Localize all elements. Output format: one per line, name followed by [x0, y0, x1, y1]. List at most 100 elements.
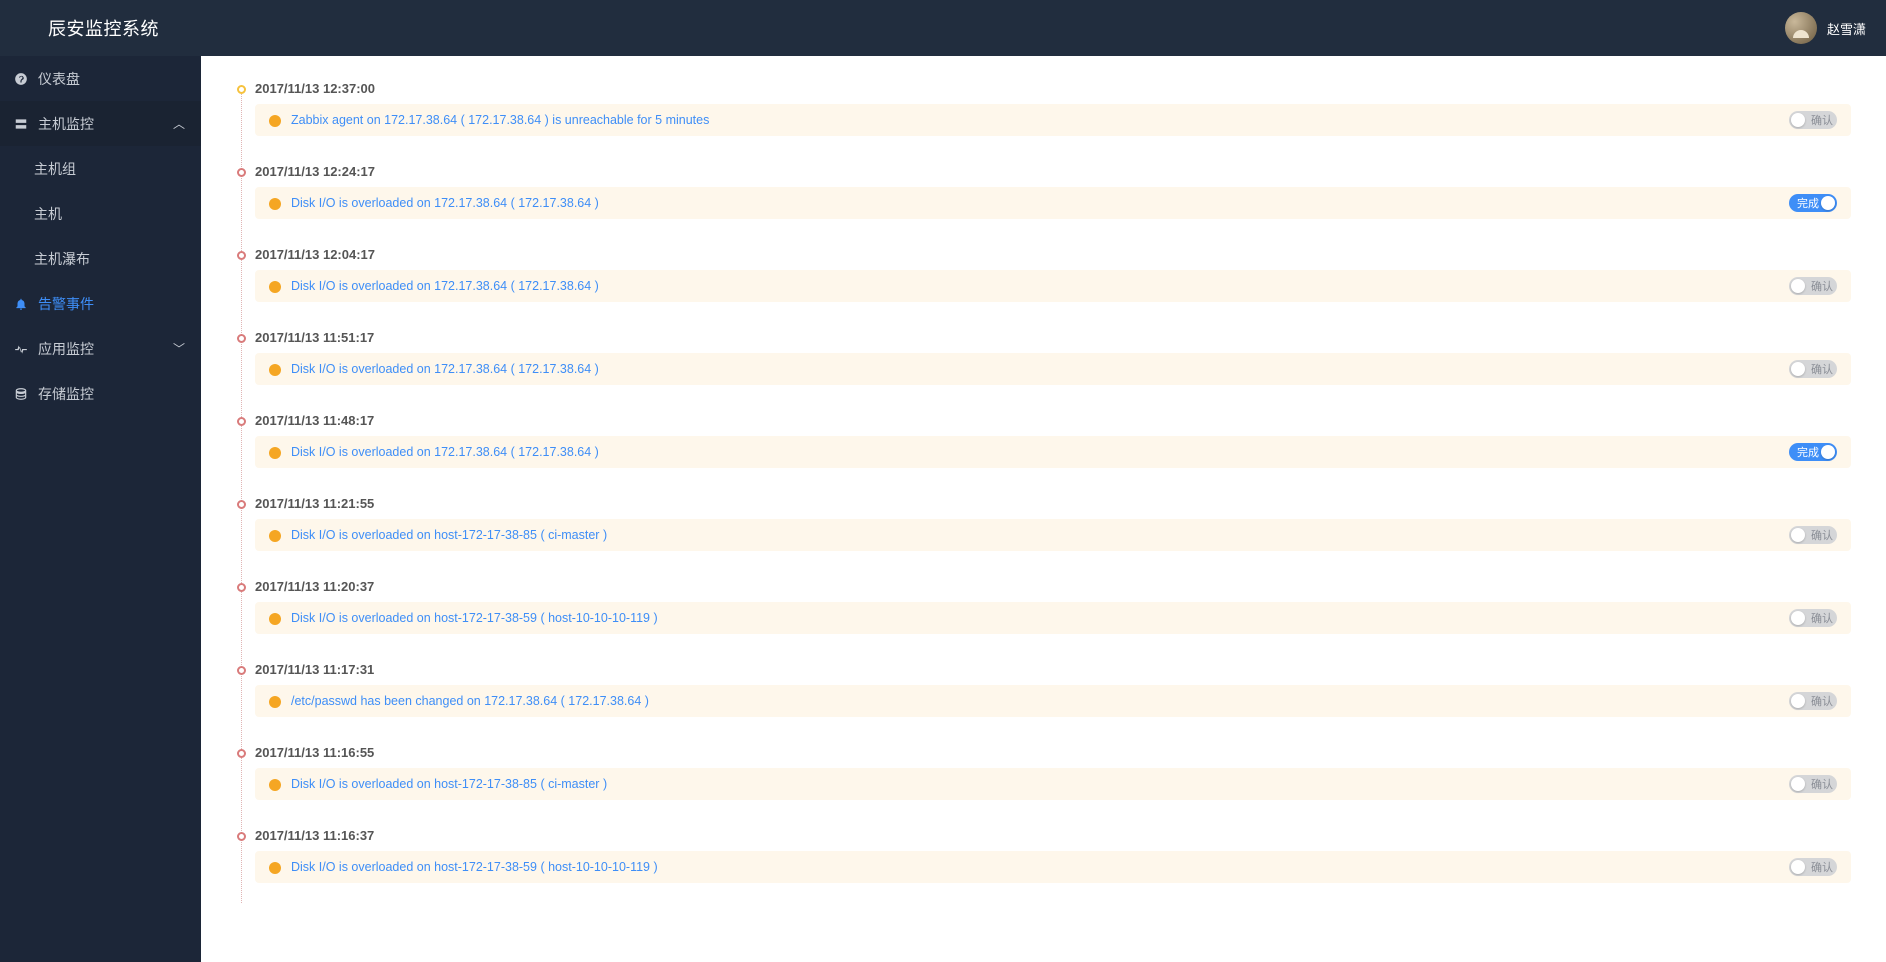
event-card: /etc/passwd has been changed on 172.17.3… [255, 685, 1851, 717]
sidebar-item-alarm-events[interactable]: 告警事件 [0, 281, 201, 326]
sidebar-item-host-waterfall[interactable]: 主机瀑布 [0, 236, 201, 281]
logo-text: 辰安监控系统 [48, 15, 159, 41]
server-icon [14, 117, 28, 131]
confirm-toggle[interactable]: 完成 [1789, 443, 1837, 461]
warning-icon [269, 447, 281, 459]
event-message[interactable]: Disk I/O is overloaded on host-172-17-38… [291, 860, 1779, 874]
event-card: Zabbix agent on 172.17.38.64 ( 172.17.38… [255, 104, 1851, 136]
main-content: 2017/11/13 12:37:00Zabbix agent on 172.1… [201, 56, 1886, 962]
timeline-dot-icon [237, 832, 246, 841]
event-timestamp: 2017/11/13 12:04:17 [255, 247, 1851, 262]
timeline-item: 2017/11/13 11:17:31/etc/passwd has been … [255, 662, 1851, 717]
confirm-toggle[interactable]: 确认 [1789, 692, 1837, 710]
toggle-knob [1791, 611, 1805, 625]
event-message[interactable]: Disk I/O is overloaded on 172.17.38.64 (… [291, 362, 1779, 376]
timeline-dot-icon [237, 749, 246, 758]
warning-icon [269, 281, 281, 293]
warning-icon [269, 779, 281, 791]
timeline-item: 2017/11/13 11:16:37 Disk I/O is overloade… [255, 828, 1851, 883]
toggle-knob [1791, 362, 1805, 376]
event-message[interactable]: Disk I/O is overloaded on host-172-17-38… [291, 611, 1779, 625]
user-area[interactable]: 赵雪潇 [1785, 12, 1866, 44]
timeline-item: 2017/11/13 12:04:17 Disk I/O is overloade… [255, 247, 1851, 302]
sidebar-item-dashboard[interactable]: 仪表盘 [0, 56, 201, 101]
toggle-label: 确认 [1811, 278, 1833, 294]
timeline-item: 2017/11/13 11:48:17 Disk I/O is overloade… [255, 413, 1851, 468]
chevron-up-icon: ︿ [173, 115, 185, 132]
event-timestamp: 2017/11/13 11:16:37 [255, 828, 1851, 843]
event-timestamp: 2017/11/13 11:51:17 [255, 330, 1851, 345]
timeline-item: 2017/11/13 12:37:00Zabbix agent on 172.1… [255, 81, 1851, 136]
event-card: Disk I/O is overloaded on 172.17.38.64 (… [255, 270, 1851, 302]
sidebar-item-label: 主机 [34, 204, 62, 224]
event-timestamp: 2017/11/13 11:48:17 [255, 413, 1851, 428]
event-card: Disk I/O is overloaded on 172.17.38.64 (… [255, 187, 1851, 219]
event-message[interactable]: /etc/passwd has been changed on 172.17.3… [291, 694, 1779, 708]
confirm-toggle[interactable]: 确认 [1789, 360, 1837, 378]
toggle-label: 确认 [1811, 361, 1833, 377]
alarm-timeline: 2017/11/13 12:37:00Zabbix agent on 172.1… [231, 81, 1851, 883]
sidebar-item-label: 仪表盘 [38, 69, 80, 89]
sidebar-item-app-monitor[interactable]: 应用监控 ﹀ [0, 326, 201, 371]
warning-icon [269, 198, 281, 210]
confirm-toggle[interactable]: 确认 [1789, 111, 1837, 129]
toggle-label: 完成 [1797, 444, 1819, 460]
bell-icon [14, 297, 28, 311]
timeline-item: 2017/11/13 11:21:55 Disk I/O is overloade… [255, 496, 1851, 551]
dashboard-icon [14, 72, 28, 86]
heartbeat-icon [14, 342, 28, 356]
timeline-dot-icon [237, 168, 246, 177]
toggle-label: 确认 [1811, 693, 1833, 709]
toggle-label: 确认 [1811, 776, 1833, 792]
warning-icon [269, 696, 281, 708]
event-card: Disk I/O is overloaded on host-172-17-38… [255, 519, 1851, 551]
toggle-knob [1821, 445, 1835, 459]
event-timestamp: 2017/11/13 11:21:55 [255, 496, 1851, 511]
confirm-toggle[interactable]: 确认 [1789, 775, 1837, 793]
warning-icon [269, 613, 281, 625]
event-message[interactable]: Zabbix agent on 172.17.38.64 ( 172.17.38… [291, 113, 1779, 127]
timeline-dot-icon [237, 334, 246, 343]
sidebar-item-label: 主机瀑布 [34, 249, 90, 269]
sidebar-item-label: 应用监控 [38, 339, 94, 359]
event-card: Disk I/O is overloaded on host-172-17-38… [255, 851, 1851, 883]
sidebar-item-host-group[interactable]: 主机组 [0, 146, 201, 191]
sidebar-item-label: 告警事件 [38, 294, 94, 314]
avatar[interactable] [1785, 12, 1817, 44]
toggle-knob [1821, 196, 1835, 210]
confirm-toggle[interactable]: 确认 [1789, 858, 1837, 876]
event-card: Disk I/O is overloaded on host-172-17-38… [255, 602, 1851, 634]
event-card: Disk I/O is overloaded on 172.17.38.64 (… [255, 436, 1851, 468]
timeline-item: 2017/11/13 12:24:17Disk I/O is overloade… [255, 164, 1851, 219]
warning-icon [269, 530, 281, 542]
timeline-dot-icon [237, 500, 246, 509]
confirm-toggle[interactable]: 确认 [1789, 526, 1837, 544]
sidebar-item-host[interactable]: 主机 [0, 191, 201, 236]
sidebar-item-label: 存储监控 [38, 384, 94, 404]
event-message[interactable]: Disk I/O is overloaded on 172.17.38.64 (… [291, 196, 1779, 210]
toggle-label: 完成 [1797, 195, 1819, 211]
toggle-label: 确认 [1811, 610, 1833, 626]
confirm-toggle[interactable]: 完成 [1789, 194, 1837, 212]
event-message[interactable]: Disk I/O is overloaded on host-172-17-38… [291, 528, 1779, 542]
toggle-knob [1791, 279, 1805, 293]
toggle-label: 确认 [1811, 527, 1833, 543]
event-timestamp: 2017/11/13 11:16:55 [255, 745, 1851, 760]
event-message[interactable]: Disk I/O is overloaded on 172.17.38.64 (… [291, 279, 1779, 293]
event-message[interactable]: Disk I/O is overloaded on host-172-17-38… [291, 777, 1779, 791]
sidebar: 仪表盘 主机监控 ︿ 主机组 主机 主机瀑布 告警事件 [0, 56, 201, 962]
toggle-label: 确认 [1811, 112, 1833, 128]
sidebar-item-host-monitor[interactable]: 主机监控 ︿ [0, 101, 201, 146]
timeline-dot-icon [237, 583, 246, 592]
event-message[interactable]: Disk I/O is overloaded on 172.17.38.64 (… [291, 445, 1779, 459]
sidebar-item-label: 主机监控 [38, 114, 94, 134]
warning-icon [269, 862, 281, 874]
top-header: 辰安监控系统 赵雪潇 [0, 0, 1886, 56]
confirm-toggle[interactable]: 确认 [1789, 277, 1837, 295]
confirm-toggle[interactable]: 确认 [1789, 609, 1837, 627]
toggle-knob [1791, 777, 1805, 791]
timeline-item: 2017/11/13 11:16:55 Disk I/O is overloade… [255, 745, 1851, 800]
warning-icon [269, 115, 281, 127]
toggle-knob [1791, 528, 1805, 542]
sidebar-item-storage-monitor[interactable]: 存储监控 [0, 371, 201, 416]
